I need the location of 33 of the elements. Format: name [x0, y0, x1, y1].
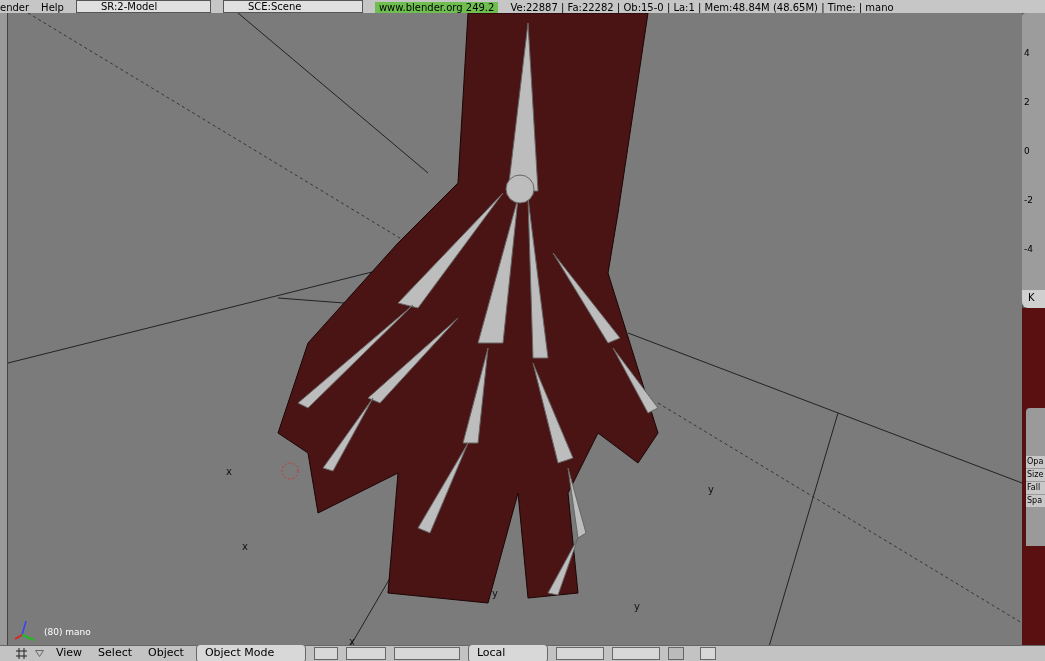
graph-tick-label: -4: [1024, 245, 1034, 254]
screen-field[interactable]: SR:2-Model: [75, 0, 211, 13]
version-label: www.blender.org 249.2: [374, 2, 499, 13]
axis-label: y: [492, 589, 498, 599]
graph-tick-label: -2: [1024, 196, 1034, 205]
graph-tick-label: 2: [1024, 98, 1031, 107]
menu-item[interactable]: View: [52, 645, 87, 661]
stats-text: Ve:22887 | Fa:22282 | Ob:15-0 | La:1 | Mem:48.84M (48.65M) | Time: | mano: [510, 2, 894, 13]
graph-tab[interactable]: K: [1022, 290, 1045, 308]
axis-label: x: [226, 467, 232, 477]
menu-item[interactable]: ender: [0, 2, 30, 13]
axis-label: y: [708, 485, 714, 495]
graph-tick-label: 4: [1024, 49, 1031, 58]
menu-item[interactable]: Help: [41, 2, 64, 13]
axis-label: y: [634, 602, 640, 612]
collapse-triangle-icon[interactable]: [35, 650, 44, 657]
axis-label: x: [349, 637, 355, 645]
frame-label: (80) mano: [44, 625, 91, 639]
shading-button[interactable]: [313, 647, 338, 660]
render-button[interactable]: [699, 647, 716, 660]
pivot-button[interactable]: [345, 647, 386, 660]
property-label: Opa: [1026, 456, 1045, 468]
axis-gizmo-icon: [14, 619, 36, 641]
lock-button[interactable]: [667, 647, 684, 660]
property-label: Spa: [1026, 495, 1045, 507]
property-label: Fall: [1026, 482, 1045, 494]
menu-item[interactable]: Select: [94, 645, 137, 661]
axis-label: x: [242, 542, 248, 552]
grid-icon[interactable]: [16, 648, 27, 659]
property-label: Size: [1026, 469, 1045, 481]
menu-item[interactable]: Object: [144, 645, 188, 661]
graph-tick-label: 0: [1024, 147, 1031, 156]
scene-field[interactable]: SCE:Scene: [222, 0, 363, 13]
